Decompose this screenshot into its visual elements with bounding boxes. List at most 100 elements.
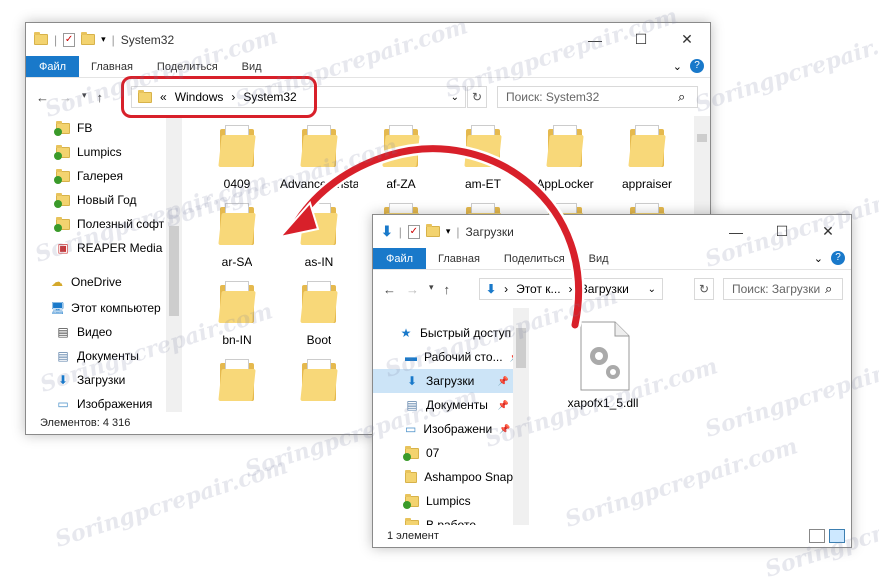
video-icon: ▤ <box>57 325 69 339</box>
chevron-down-icon[interactable]: ⌄ <box>673 60 682 73</box>
refresh-button[interactable]: ↻ <box>694 278 714 300</box>
folder-check-icon <box>403 493 419 509</box>
up-arrow-icon[interactable]: ↑ <box>97 90 104 105</box>
folder-item[interactable] <box>196 359 278 437</box>
nav-item[interactable]: FB <box>26 116 181 140</box>
scrollbar-thumb[interactable] <box>169 226 179 316</box>
pin-icon[interactable]: 📌 <box>498 400 513 411</box>
nav-item[interactable]: Полезный софт <box>26 212 181 236</box>
nav-item[interactable]: Lumpics <box>373 489 513 513</box>
nav-item[interactable]: В работе <box>373 513 513 525</box>
nav-item[interactable]: ⬇ Загрузки 📌 <box>373 369 513 393</box>
folder-item[interactable]: bn-IN <box>196 281 278 359</box>
chevron-down-icon[interactable]: ⌄ <box>648 284 656 295</box>
chevron-down-icon[interactable]: ▾ <box>101 34 106 45</box>
nav-scrollbar[interactable] <box>166 116 182 412</box>
nav-item[interactable]: 🖥 Этот компьютер <box>26 296 181 320</box>
folder-item[interactable]: appraiser <box>606 125 688 203</box>
forward-arrow-icon[interactable]: → <box>59 90 72 105</box>
minimize-button[interactable]: — <box>572 23 618 56</box>
nav-item[interactable]: Ashampoo Snap <box>373 465 513 489</box>
nav-item-label: OneDrive <box>71 275 122 289</box>
highlight-box <box>121 76 317 118</box>
close-button[interactable]: ✕ <box>664 23 710 56</box>
search-icon[interactable]: ⌕ <box>825 281 832 297</box>
folder-item[interactable]: 0409 <box>196 125 278 203</box>
nav-item[interactable]: ▤ Документы <box>26 344 181 368</box>
folder-item[interactable] <box>278 359 360 437</box>
chevron-down-icon[interactable]: ⌄ <box>814 252 823 265</box>
folder-icon <box>218 125 256 167</box>
nav-item[interactable]: ▭ Изображения <box>26 392 181 412</box>
large-icons-view-button[interactable] <box>829 529 845 543</box>
nav-item-label: REAPER Media <box>77 241 163 255</box>
tab-share[interactable]: Поделиться <box>145 56 230 77</box>
drag-arrow <box>277 142 585 331</box>
tab-view[interactable]: Вид <box>230 56 274 77</box>
nav-item[interactable]: 07 <box>373 441 513 465</box>
arrow-head <box>277 201 320 239</box>
status-bar: Элементов: 4 316 <box>40 417 131 429</box>
documents-icon: ▤ <box>406 398 418 412</box>
back-arrow-icon[interactable]: ← <box>36 90 49 105</box>
nav-item-label: FB <box>77 121 93 135</box>
nav-item[interactable]: ▤ Видео <box>26 320 181 344</box>
help-icon[interactable]: ? <box>690 59 704 73</box>
maximize-button[interactable]: ☐ <box>618 23 664 56</box>
nav-item[interactable]: Новый Год <box>26 188 181 212</box>
nav-item-label: Lumpics <box>77 145 122 159</box>
properties-icon[interactable]: ✓ <box>63 32 76 47</box>
nav-item-label: Загрузки <box>426 374 475 388</box>
folder-label: 0409 <box>223 177 251 191</box>
maximize-button[interactable]: ☐ <box>759 215 805 248</box>
nav-item[interactable]: Галерея <box>26 164 181 188</box>
documents-icon: ▤ <box>57 349 69 363</box>
nav-item[interactable]: ☁ OneDrive <box>26 270 181 294</box>
search-icon[interactable]: ⌕ <box>678 89 685 105</box>
refresh-button[interactable]: ↻ <box>467 86 487 108</box>
watermark: Soringpcrepair.com <box>51 453 291 553</box>
details-view-button[interactable] <box>809 529 825 543</box>
search-input[interactable]: Поиск: System32 <box>497 86 698 108</box>
title-bar[interactable]: | ✓ ▾ | System32 — ☐ ✕ <box>26 23 710 56</box>
navigation-pane: FB Lumpics Галерея Новый Год Полезный софт ▣ R… <box>26 116 181 412</box>
separator: | <box>54 32 58 47</box>
minimize-button[interactable]: — <box>713 215 759 248</box>
nav-item[interactable]: ▭ Изображени 📌 <box>373 417 513 441</box>
folder-check-icon <box>403 445 419 461</box>
recent-chevron-icon[interactable]: ▾ <box>82 90 87 105</box>
nav-item-label: Полезный софт <box>77 217 165 231</box>
file-label: xapofx1_5.dll <box>567 396 639 410</box>
new-folder-icon[interactable] <box>81 32 96 45</box>
tab-file[interactable]: Файл <box>26 56 80 77</box>
folder-icon <box>218 203 256 245</box>
nav-item[interactable]: ⬇ Загрузки <box>26 368 181 392</box>
nav-item-label: Ashampoo Snap <box>424 470 513 484</box>
nav-item[interactable]: Lumpics <box>26 140 181 164</box>
folder-icon <box>300 359 338 401</box>
folder-check-icon <box>54 120 70 136</box>
scrollbar-thumb[interactable] <box>697 134 707 142</box>
folder-check-icon <box>54 144 70 160</box>
nav-item[interactable]: ▣ REAPER Media <box>26 236 181 260</box>
folder-label: appraiser <box>621 177 673 191</box>
nav-item-label: Загрузки <box>77 373 126 387</box>
close-button[interactable]: ✕ <box>805 215 851 248</box>
help-icon[interactable]: ? <box>831 251 845 265</box>
pin-icon[interactable]: 📌 <box>499 424 513 435</box>
chevron-down-icon[interactable]: ⌄ <box>451 92 459 103</box>
folder-item[interactable]: ar-SA <box>196 203 278 281</box>
pin-icon[interactable]: 📌 <box>498 376 513 387</box>
nav-item[interactable]: ▬Рабочий сто...📌 <box>373 345 513 369</box>
nav-item[interactable]: ▤ Документы 📌 <box>373 393 513 417</box>
reaper-icon: ▣ <box>57 241 69 255</box>
downloads-icon: ⬇ <box>406 374 418 388</box>
nav-item-label: Этот компьютер <box>71 301 161 315</box>
nav-item-label: Документы <box>77 349 139 363</box>
folder-icon <box>218 359 256 401</box>
tab-home[interactable]: Главная <box>79 56 145 77</box>
nav-scrollbar[interactable] <box>513 308 529 525</box>
images-icon: ▭ <box>57 397 69 411</box>
desktop-icon: ▬ <box>405 350 417 364</box>
downloads-icon: ⬇ <box>57 373 69 387</box>
